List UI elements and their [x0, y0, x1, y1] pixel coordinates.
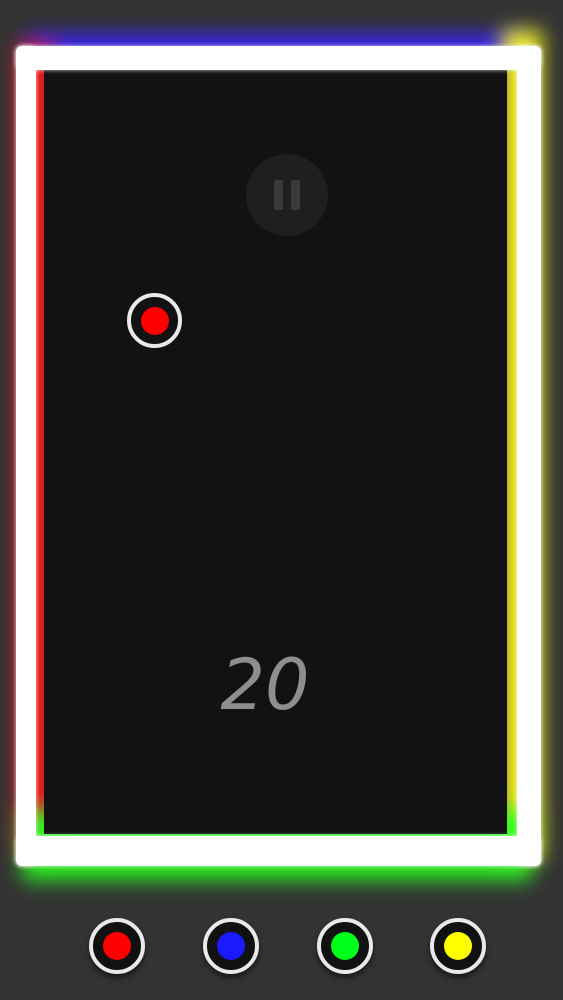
green-dot-icon	[331, 932, 359, 960]
left-wall	[16, 46, 36, 866]
red-dot-icon	[103, 932, 131, 960]
game-ball-core	[140, 306, 169, 335]
right-wall	[517, 46, 541, 866]
game-screen: 20	[0, 0, 563, 1000]
pause-icon	[274, 180, 283, 210]
pause-icon-bar	[291, 180, 300, 210]
pause-button[interactable]	[246, 154, 328, 236]
color-button-green[interactable]	[317, 918, 373, 974]
score-display: 20	[220, 644, 310, 726]
bottom-wall	[16, 836, 541, 866]
color-button-red[interactable]	[89, 918, 145, 974]
blue-dot-icon	[217, 932, 245, 960]
color-button-yellow[interactable]	[430, 918, 486, 974]
game-ball	[127, 293, 182, 348]
yellow-dot-icon	[444, 932, 472, 960]
top-wall	[16, 46, 541, 70]
color-button-blue[interactable]	[203, 918, 259, 974]
